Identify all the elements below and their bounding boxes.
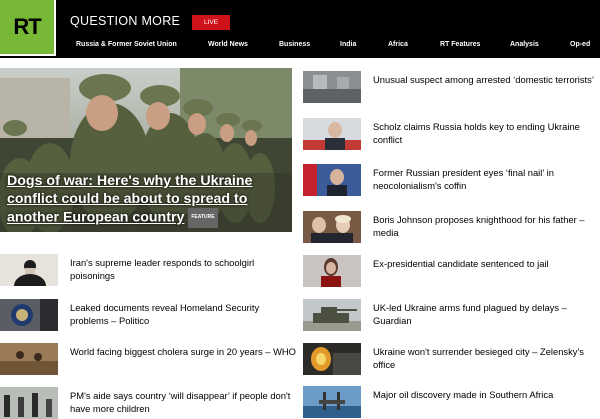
left-headline: Iran's supreme leader responds to school…	[70, 257, 255, 281]
crowd-photo-icon	[0, 387, 58, 419]
right-headline: Ex-presidential candidate sentenced to j…	[373, 258, 549, 269]
right-list-item[interactable]: Ukraine won't surrender besieged city – …	[303, 343, 600, 383]
candidate-photo-icon	[303, 255, 361, 287]
right-headline: Ukraine won't surrender besieged city – …	[373, 346, 584, 370]
nav-item-op-ed[interactable]: Op-ed	[570, 41, 590, 48]
right-headline: Major oil discovery made in Southern Afr…	[373, 389, 554, 400]
right-list-item[interactable]: Scholz claims Russia holds key to ending…	[303, 118, 600, 158]
right-list-item[interactable]: Ex-presidential candidate sentenced to j…	[303, 255, 600, 295]
right-headline: Unusual suspect among arrested ‘domestic…	[373, 74, 594, 85]
live-button[interactable]: LIVE	[192, 15, 230, 30]
nav-item-india[interactable]: India	[340, 41, 356, 48]
right-list-item[interactable]: Major oil discovery made in Southern Afr…	[303, 386, 600, 419]
left-headline: Leaked documents reveal Homeland Securit…	[70, 302, 260, 326]
right-list-item[interactable]: Former Russian president eyes ‘final nai…	[303, 164, 600, 204]
right-headline: Former Russian president eyes ‘final nai…	[373, 167, 554, 191]
right-headline: UK-led Ukraine arms fund plagued by dela…	[373, 302, 567, 326]
tank-photo-icon	[303, 299, 361, 331]
feature-badge: FEATURE	[188, 208, 218, 228]
scholz-photo-icon	[303, 118, 361, 150]
right-list-item[interactable]: UK-led Ukraine arms fund plagued by dela…	[303, 299, 600, 339]
left-list-item[interactable]: Iran's supreme leader responds to school…	[0, 254, 300, 294]
main-nav: Russia & Former Soviet Union World News …	[0, 41, 600, 53]
nav-item-russia[interactable]: Russia & Former Soviet Union	[76, 41, 177, 48]
left-headline: PM's aide says country ‘will disappear’ …	[70, 390, 291, 414]
hero-headline[interactable]: Dogs of war: Here's why the Ukraine conf…	[7, 173, 289, 228]
nav-item-world-news[interactable]: World News	[208, 41, 248, 48]
explosion-photo-icon	[303, 343, 361, 375]
nav-item-business[interactable]: Business	[279, 41, 310, 48]
nav-item-africa[interactable]: Africa	[388, 41, 408, 48]
tagline: QUESTION MORE	[70, 14, 181, 28]
nav-item-analysis[interactable]: Analysis	[510, 41, 539, 48]
right-headline: Boris Johnson proposes knighthood for hi…	[373, 214, 585, 238]
right-list-item[interactable]: Unusual suspect among arrested ‘domestic…	[303, 71, 600, 111]
medvedev-photo-icon	[303, 164, 361, 196]
johnson-photo-icon	[303, 211, 361, 243]
flood-photo-icon	[0, 343, 58, 375]
dhs-seal-photo-icon	[0, 299, 58, 331]
logo-text: RT	[13, 14, 41, 39]
left-list-item[interactable]: Leaked documents reveal Homeland Securit…	[0, 299, 300, 339]
oil-rig-photo-icon	[303, 386, 361, 418]
left-headline: World facing biggest cholera surge in 20…	[70, 346, 296, 357]
site-header: RT QUESTION MORE LIVE Russia & Former So…	[0, 0, 600, 58]
right-list-item[interactable]: Boris Johnson proposes knighthood for hi…	[303, 211, 600, 251]
nav-item-rt-features[interactable]: RT Features	[440, 41, 480, 48]
left-list-item[interactable]: PM's aide says country ‘will disappear’ …	[0, 387, 300, 419]
right-headline: Scholz claims Russia holds key to ending…	[373, 121, 580, 145]
street-photo-icon	[303, 71, 361, 103]
left-list-item[interactable]: World facing biggest cholera surge in 20…	[0, 343, 300, 383]
cleric-photo-icon	[0, 254, 58, 286]
